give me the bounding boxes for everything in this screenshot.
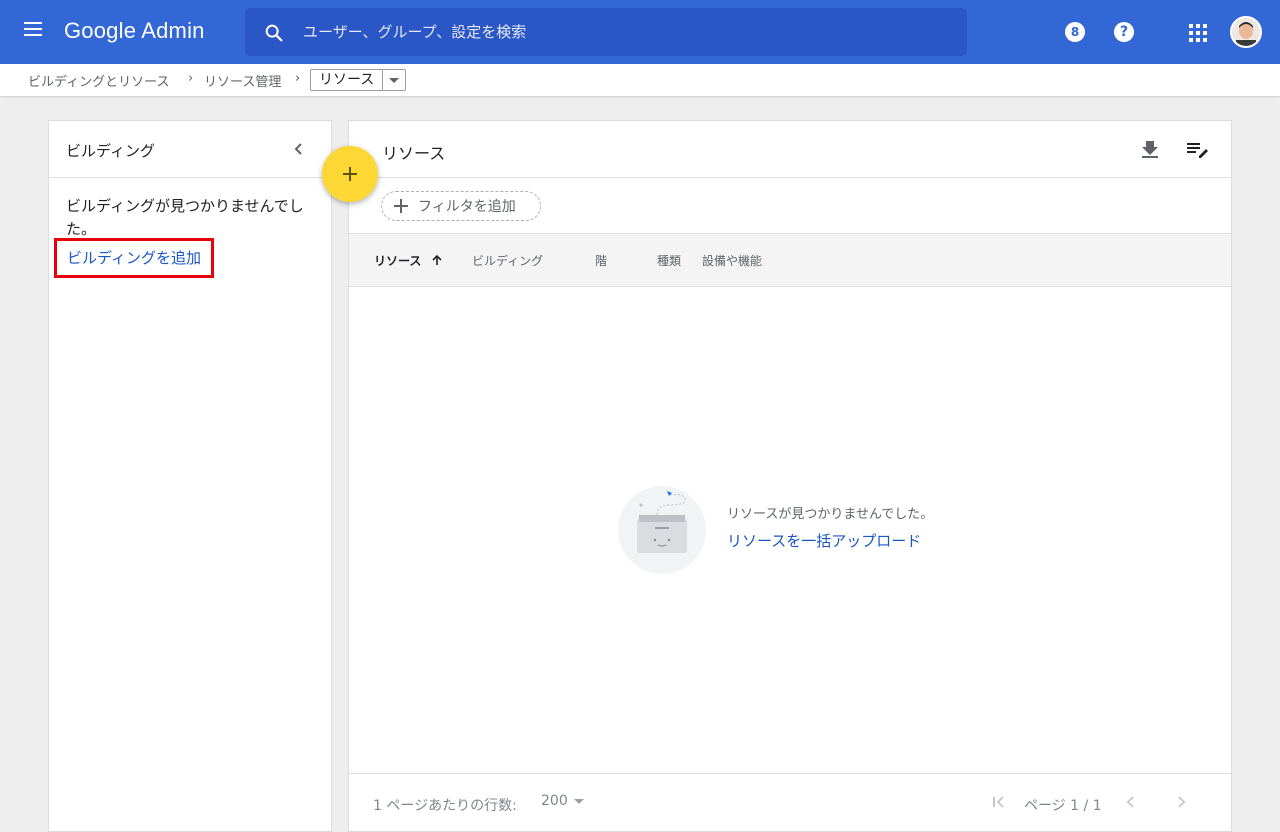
breadcrumb-item-resource-management[interactable]: リソース管理 [204,71,281,90]
avatar-face-icon [1232,18,1260,46]
resources-empty-message: リソースが見つかりませんでした。 [727,507,934,522]
rows-per-page-value: 200 [541,793,568,809]
rows-per-page-select[interactable]: 200 [541,793,584,809]
top-app-bar: Google Admin 8 ? [0,0,1280,64]
pagination-footer: 1 ページあたりの行数: 200 ページ 1 / 1 [349,773,1231,831]
buildings-panel: ビルディング ビルディングが見つかりませんでした。 ビルディングを追加 [48,120,332,832]
column-header-building[interactable]: ビルディング [472,252,543,269]
page-indicator: ページ 1 / 1 [1024,798,1102,814]
app-logo[interactable]: Google Admin [64,18,205,44]
column-header-features[interactable]: 設備や機能 [702,252,762,269]
apps-grid-icon[interactable] [1189,24,1207,42]
column-header-resource[interactable]: リソース [374,252,421,269]
chevron-left-icon[interactable] [1123,794,1139,810]
chevron-left-icon[interactable] [289,139,309,159]
first-page-icon[interactable] [991,794,1007,810]
notifications-badge-icon[interactable]: 8 [1065,22,1085,42]
add-filter-chip[interactable]: フィルタを追加 [381,191,541,221]
breadcrumb-separator: › [188,71,194,86]
resources-panel-header: リソース [349,121,1231,178]
breadcrumb-separator: › [295,71,301,86]
menu-icon[interactable] [24,22,44,42]
edit-columns-icon[interactable] [1185,138,1209,160]
filter-row: フィルタを追加 [349,178,1231,234]
chevron-right-icon[interactable] [1173,794,1189,810]
help-icon[interactable]: ? [1114,22,1134,42]
search-icon [265,24,283,42]
empty-box-illustration-icon [618,486,706,574]
chevron-down-icon [383,70,405,90]
empty-state: リソースが見つかりませんでした。 リソースを一括アップロード [617,485,1017,575]
breadcrumb: ビルディングとリソース › リソース管理 › リソース [0,64,1280,96]
breadcrumb-current-label: リソース [311,70,384,90]
buildings-empty-message: ビルディングが見つかりませんでした。 [66,197,304,238]
buildings-panel-title: ビルディング [66,142,155,160]
search-bar[interactable] [245,8,967,56]
add-building-link[interactable]: ビルディングを追加 [54,238,214,278]
column-header-type[interactable]: 種類 [657,252,681,269]
table-header: リソース ビルディング 階 種類 設備や機能 [349,234,1231,287]
resources-panel: リソース フィルタを追加 リソース ビルディング 階 種類 設備や機能 リソース… [348,120,1232,832]
breadcrumb-item-buildings-resources[interactable]: ビルディングとリソース [28,71,169,90]
download-icon[interactable] [1139,138,1161,160]
add-filter-label: フィルタを追加 [418,199,516,215]
breadcrumb-current-dropdown[interactable]: リソース [310,69,407,91]
column-header-floor[interactable]: 階 [595,252,607,269]
resources-panel-title: リソース [382,144,446,163]
arrow-up-icon[interactable] [431,254,443,266]
rows-per-page-label: 1 ページあたりの行数: [373,798,517,814]
add-icon [394,198,410,214]
bulk-upload-link[interactable]: リソースを一括アップロード [727,530,921,551]
add-icon[interactable] [322,146,378,202]
avatar[interactable] [1230,16,1262,48]
search-input[interactable] [303,8,943,56]
chevron-down-icon [573,798,584,804]
buildings-panel-header: ビルディング [49,121,331,178]
